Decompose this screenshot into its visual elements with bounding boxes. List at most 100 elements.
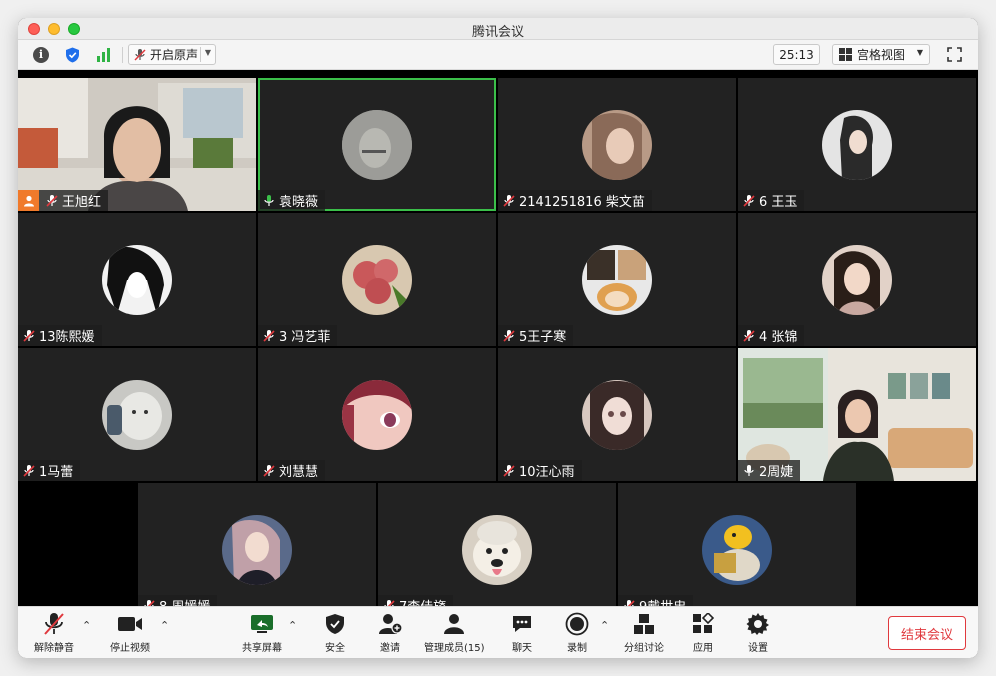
participant-name: 10汪心雨 <box>519 465 575 480</box>
meeting-info-button[interactable]: i <box>31 44 51 65</box>
share-screen-button[interactable]: 共享屏幕 <box>242 611 282 655</box>
mic-muted-icon <box>503 329 515 342</box>
chat-button[interactable]: 聊天 <box>508 611 536 655</box>
share-screen-icon <box>251 615 273 633</box>
participant-name: 3 冯艺菲 <box>279 330 331 345</box>
participant-label: 5王子寒 <box>498 325 574 346</box>
fullscreen-button[interactable] <box>944 44 964 65</box>
chevron-up-icon[interactable]: ⌃ <box>288 619 297 632</box>
video-tile[interactable]: 6 王玉 <box>738 78 976 211</box>
avatar <box>102 379 172 450</box>
participant-name: 2周婕 <box>759 465 794 480</box>
mic-muted-icon <box>263 464 275 477</box>
participant-label: 1马蕾 <box>18 460 81 481</box>
participant-label: 刘慧慧 <box>258 460 326 481</box>
participant-label: 3 冯艺菲 <box>258 325 338 346</box>
record-icon <box>565 612 589 636</box>
participant-name: 1马蕾 <box>39 465 74 480</box>
top-toolbar: i 开启原声 ▼ 25:13 宫格视图 ▼ <box>18 40 978 70</box>
participant-label: 6 王玉 <box>738 190 805 211</box>
stop-video-button[interactable]: 停止视频 <box>110 611 150 655</box>
unmute-button[interactable]: 解除静音 <box>34 611 74 655</box>
avatar <box>462 514 532 585</box>
video-tile[interactable]: 4 张锦 <box>738 213 976 346</box>
security-label: 安全 <box>325 643 345 654</box>
participant-label: 10汪心雨 <box>498 460 582 481</box>
security-status-button[interactable] <box>62 44 82 65</box>
chat-bubble-icon <box>513 616 531 632</box>
video-tile-active-speaker[interactable]: 袁晓薇 <box>258 78 496 211</box>
participant-name: 2141251816 柴文苗 <box>519 195 645 210</box>
manage-members-button[interactable]: 管理成员(15) <box>424 611 485 655</box>
caret-down-icon[interactable]: ▼ <box>205 48 211 57</box>
avatar <box>342 109 412 180</box>
window-title: 腾讯会议 <box>471 25 524 40</box>
meeting-timer: 25:13 <box>773 44 820 65</box>
mic-muted-icon <box>23 464 35 477</box>
members-icon <box>444 614 465 634</box>
settings-button[interactable]: 设置 <box>744 611 772 655</box>
end-meeting-button[interactable]: 结束会议 <box>888 616 966 650</box>
participant-label: 王旭红 <box>18 190 109 211</box>
video-tile[interactable]: 9戴世忠 <box>618 483 856 616</box>
caret-down-icon: ▼ <box>916 48 923 57</box>
video-tile[interactable]: 5王子寒 <box>498 213 736 346</box>
participant-label: 2141251816 柴文苗 <box>498 190 652 211</box>
bottom-toolbar: 解除静音 ⌃ 停止视频 ⌃ 共享屏幕 ⌃ 安全 邀请 管理成员(15) 聊天 录… <box>18 606 978 658</box>
stop-video-label: 停止视频 <box>110 643 150 654</box>
security-button[interactable]: 安全 <box>321 611 349 655</box>
participant-name: 6 王玉 <box>759 195 798 210</box>
view-mode-dropdown[interactable]: 宫格视图 ▼ <box>832 44 930 65</box>
participant-label: 2周婕 <box>738 460 801 481</box>
original-sound-button[interactable]: 开启原声 ▼ <box>128 44 216 65</box>
breakout-rooms-button[interactable]: 分组讨论 <box>624 611 664 655</box>
participant-name: 13陈熙媛 <box>39 330 95 345</box>
video-tile[interactable]: 2141251816 柴文苗 <box>498 78 736 211</box>
chevron-up-icon[interactable]: ⌃ <box>600 619 609 632</box>
grid-view-icon <box>839 48 852 61</box>
avatar <box>702 514 772 585</box>
video-grid: 王旭红 袁晓薇 2141251816 柴文苗 6 王玉 13陈熙媛 3 冯艺菲 … <box>18 70 978 616</box>
video-camera-icon <box>118 617 142 631</box>
add-person-icon <box>379 614 402 634</box>
apps-button[interactable]: 应用 <box>689 611 717 655</box>
video-tile[interactable]: 7李佳旖 <box>378 483 616 616</box>
network-status-button[interactable] <box>94 44 114 65</box>
unmute-label: 解除静音 <box>34 643 74 654</box>
invite-button[interactable]: 邀请 <box>376 611 404 655</box>
video-tile[interactable]: 10汪心雨 <box>498 348 736 481</box>
video-tile[interactable]: 13陈熙媛 <box>18 213 256 346</box>
chevron-up-icon[interactable]: ⌃ <box>160 619 169 632</box>
participant-label: 13陈熙媛 <box>18 325 102 346</box>
chevron-up-icon[interactable]: ⌃ <box>82 619 91 632</box>
record-label: 录制 <box>567 643 587 654</box>
fullscreen-icon <box>946 47 962 62</box>
video-tile[interactable]: 3 冯艺菲 <box>258 213 496 346</box>
video-tile[interactable]: 2周婕 <box>738 348 976 481</box>
avatar <box>582 379 652 450</box>
participant-name: 袁晓薇 <box>279 195 319 210</box>
mic-active-icon <box>264 194 274 206</box>
video-tile[interactable]: 1马蕾 <box>18 348 256 481</box>
toolbar-divider <box>122 47 123 63</box>
video-tile[interactable]: 王旭红 <box>18 78 256 211</box>
participant-name: 5王子寒 <box>519 330 567 345</box>
avatar <box>822 244 892 315</box>
participant-name: 刘慧慧 <box>279 465 319 480</box>
apps-grid-icon <box>693 613 714 633</box>
avatar <box>342 379 412 450</box>
shield-icon <box>326 614 344 634</box>
mic-muted-icon <box>743 194 755 207</box>
share-screen-label: 共享屏幕 <box>242 643 282 654</box>
video-tile[interactable]: 刘慧慧 <box>258 348 496 481</box>
avatar <box>582 109 652 180</box>
invite-label: 邀请 <box>380 643 400 654</box>
avatar <box>822 109 892 180</box>
host-badge <box>18 190 39 211</box>
record-button[interactable]: 录制 <box>563 611 591 655</box>
video-tile[interactable]: 8 周媛媛 <box>138 483 376 616</box>
manage-members-label: 管理成员(15) <box>424 643 485 654</box>
participant-name: 王旭红 <box>62 195 102 210</box>
shield-check-icon <box>65 47 79 62</box>
mic-muted-icon <box>23 329 35 342</box>
